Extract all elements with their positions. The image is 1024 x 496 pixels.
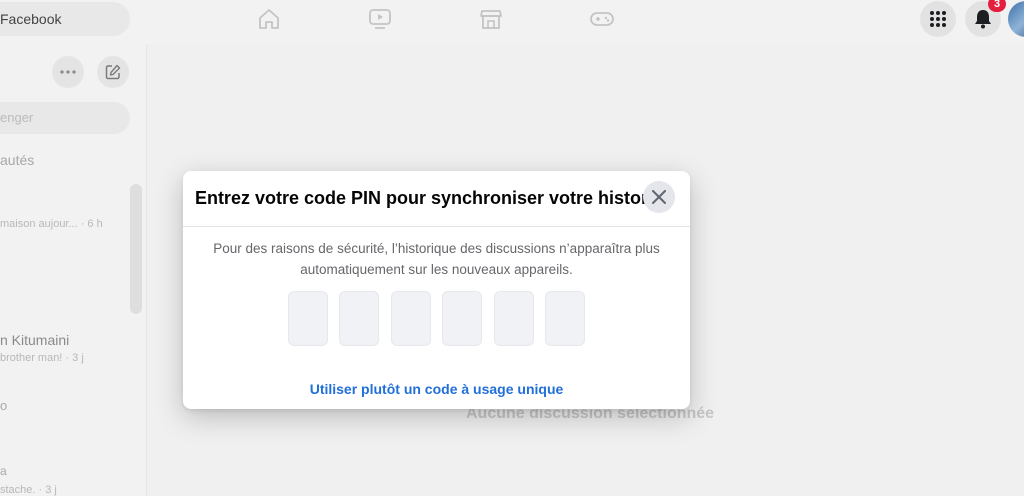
pin-input-group bbox=[288, 291, 588, 346]
search-placeholder: enger bbox=[0, 110, 34, 125]
gaming-icon[interactable] bbox=[589, 8, 615, 30]
profile-avatar[interactable] bbox=[1008, 1, 1024, 37]
pin-digit-input[interactable] bbox=[442, 291, 482, 346]
use-one-time-code-link[interactable]: Utiliser plutôt un code à usage unique bbox=[183, 381, 690, 397]
pin-digit-input[interactable] bbox=[545, 291, 585, 346]
dialog-divider bbox=[183, 226, 690, 227]
dialog-title: Entrez votre code PIN pour synchroniser … bbox=[194, 188, 672, 208]
watch-icon[interactable] bbox=[367, 8, 393, 30]
pin-digit-input[interactable] bbox=[339, 291, 379, 346]
facebook-search-input[interactable]: Facebook bbox=[0, 2, 130, 36]
pin-dialog: Entrez votre code PIN pour synchroniser … bbox=[183, 171, 690, 409]
options-button[interactable] bbox=[52, 56, 84, 88]
compose-icon bbox=[105, 64, 121, 80]
close-icon bbox=[652, 190, 666, 204]
marketplace-icon[interactable] bbox=[478, 8, 504, 30]
more-icon bbox=[60, 70, 76, 74]
conversation-name[interactable]: o bbox=[0, 398, 7, 413]
top-navigation-bar: Facebook 3 bbox=[0, 0, 1024, 44]
chats-sidebar: enger autés maison aujour... · 6 h n Kit… bbox=[0, 44, 147, 496]
menu-grid-button[interactable] bbox=[920, 1, 956, 37]
grid-icon bbox=[930, 11, 946, 27]
notification-count-badge: 3 bbox=[988, 0, 1006, 12]
pin-digit-input[interactable] bbox=[288, 291, 328, 346]
dialog-description: Pour des raisons de sécurité, l’historiq… bbox=[213, 241, 660, 277]
new-message-button[interactable] bbox=[97, 56, 129, 88]
conversation-preview[interactable]: brother man! · 3 j bbox=[0, 352, 84, 364]
section-label[interactable]: autés bbox=[0, 152, 34, 168]
conversation-preview[interactable]: stache. · 3 j bbox=[0, 484, 57, 496]
close-dialog-button[interactable] bbox=[643, 181, 675, 213]
conversation-preview[interactable]: maison aujour... · 6 h bbox=[0, 218, 103, 230]
home-icon[interactable] bbox=[256, 8, 282, 30]
messenger-search-input[interactable]: enger bbox=[0, 102, 130, 134]
pin-digit-input[interactable] bbox=[494, 291, 534, 346]
search-label: Facebook bbox=[0, 11, 62, 27]
conversation-name[interactable]: a bbox=[0, 464, 7, 478]
pin-digit-input[interactable] bbox=[391, 291, 431, 346]
sidebar-scrollbar[interactable] bbox=[130, 184, 142, 314]
conversation-name[interactable]: n Kitumaini bbox=[0, 332, 69, 348]
bell-icon bbox=[975, 10, 991, 29]
